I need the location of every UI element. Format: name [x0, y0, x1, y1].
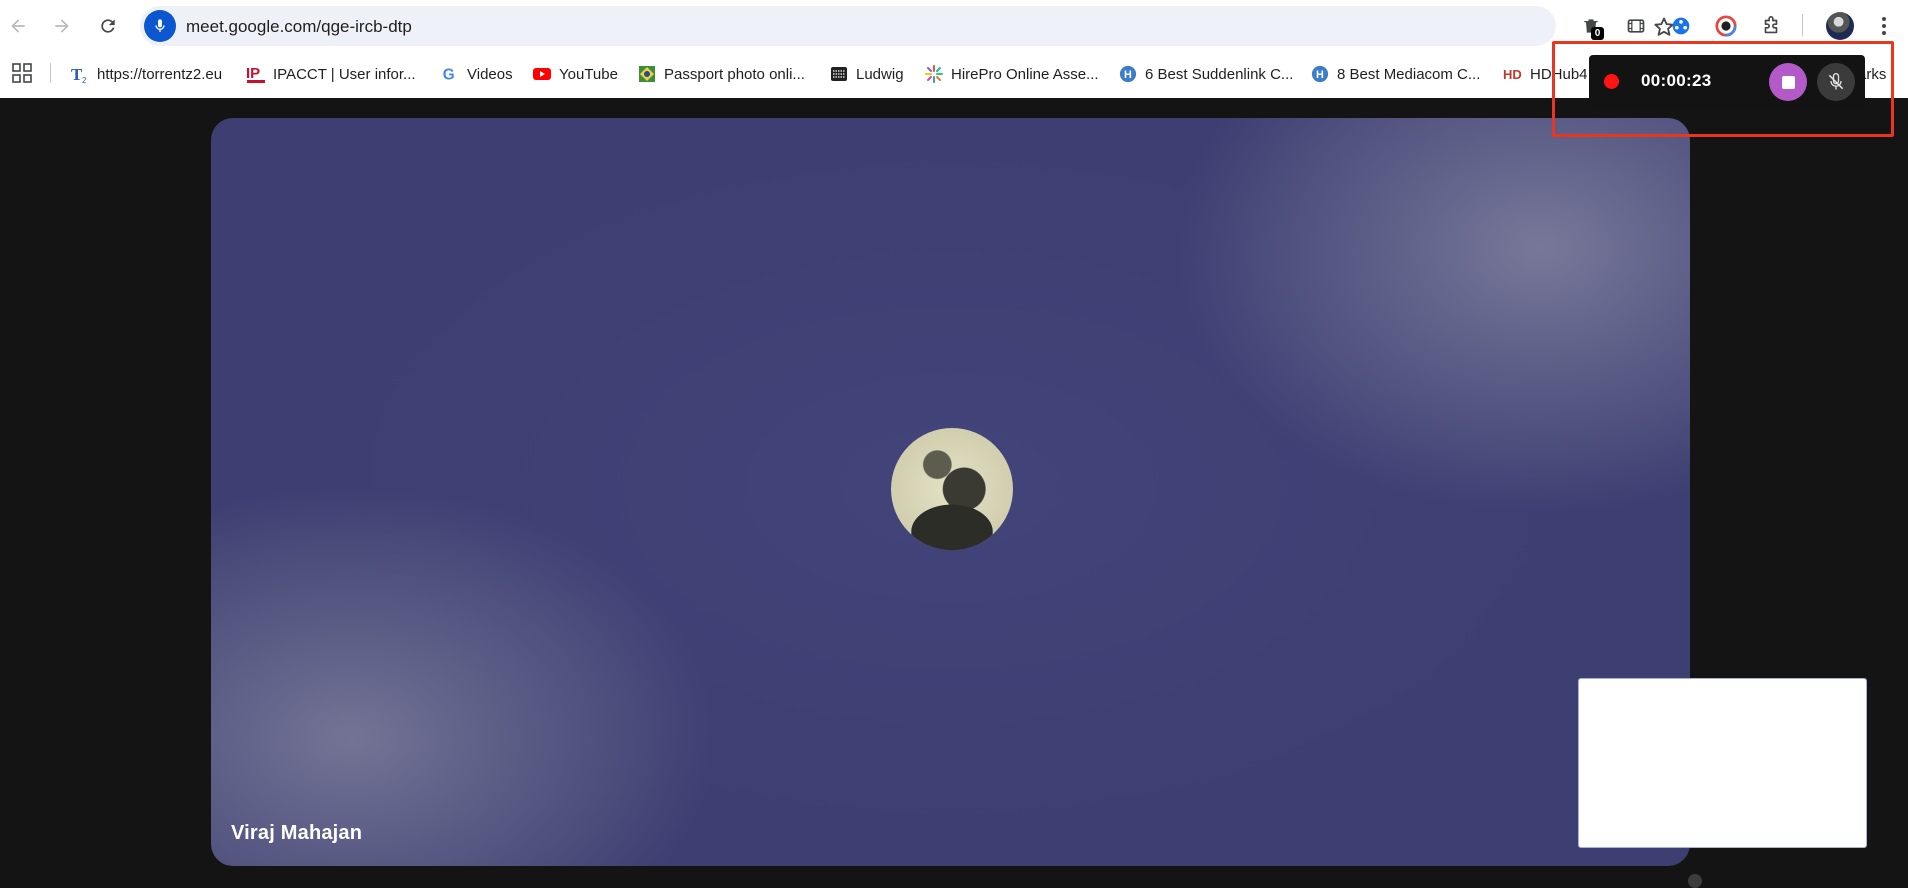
reload-button[interactable] [92, 10, 124, 42]
bookmark-label: YouTube [559, 65, 618, 83]
bookmark-label: Passport photo onli... [664, 65, 805, 83]
film-icon [1627, 19, 1645, 33]
extension-film-button[interactable] [1623, 13, 1649, 39]
bookmark-label: IPACCT | User infor... [273, 65, 416, 83]
reload-icon [101, 19, 115, 33]
extension-color-button[interactable] [1713, 13, 1739, 39]
svg-text:G: G [443, 66, 455, 83]
extension-network-button[interactable] [1668, 13, 1694, 39]
voice-search-button[interactable] [144, 10, 176, 42]
address-bar[interactable]: meet.google.com/qge-ircb-dtp [140, 6, 1674, 46]
bookmarks-divider [50, 63, 51, 83]
bookmark-item[interactable]: YouTube [532, 62, 618, 86]
passport-icon [637, 64, 657, 84]
bookmark-item[interactable]: HirePro Online Asse... [924, 62, 1099, 86]
apps-grid-icon[interactable] [12, 63, 32, 83]
google-icon: G [440, 64, 460, 84]
bookmark-label: 8 Best Mediacom C... [1337, 65, 1481, 83]
dot-icon [1882, 17, 1886, 21]
participant-name: Viraj Mahajan [231, 822, 363, 844]
stop-recording-button[interactable] [1769, 63, 1807, 101]
youtube-icon [532, 64, 552, 84]
color-ring-icon [1715, 15, 1737, 37]
toolbar-divider [1802, 14, 1803, 36]
back-button[interactable] [2, 10, 34, 42]
mute-microphone-button[interactable] [1817, 63, 1855, 101]
hirepro-icon [924, 64, 944, 84]
svg-text:HD: HD [1503, 67, 1522, 82]
hd-icon: HD [1503, 64, 1523, 84]
svg-text:2: 2 [82, 76, 87, 84]
bookmark-item[interactable]: IP IPACCT | User infor... [246, 62, 416, 86]
microphone-off-icon [1828, 73, 1844, 90]
microphone-icon [155, 19, 165, 32]
bookmark-item[interactable]: H 8 Best Mediacom C... [1310, 62, 1480, 86]
bookmark-label: Videos [467, 65, 513, 83]
floating-control-indicator [1688, 874, 1702, 888]
self-view-tile[interactable] [1578, 678, 1867, 848]
participant-tile[interactable]: Viraj Mahajan [211, 118, 1690, 866]
bookmark-label: Ludwig [856, 65, 904, 83]
typewriter-icon [829, 64, 849, 84]
stop-icon [1781, 75, 1795, 89]
bookmark-item[interactable]: Passport photo onli... [637, 62, 805, 86]
ipacct-icon: IP [246, 64, 266, 84]
torrentz-icon: T2 [70, 64, 90, 84]
extensions-button[interactable] [1758, 13, 1784, 39]
bookmark-label: HirePro Online Asse... [951, 65, 1099, 83]
dot-icon [1882, 24, 1886, 28]
extension-trash-button[interactable]: 0 [1578, 13, 1604, 40]
svg-text:IP: IP [246, 65, 260, 82]
bookmark-item[interactable]: T2 https://torrentz2.eu [70, 62, 222, 86]
arrow-left-icon [11, 19, 25, 33]
h-circle-icon: H [1118, 64, 1138, 84]
bookmark-item[interactable]: G Videos [440, 62, 513, 86]
bookmark-label: 6 Best Suddenlink C... [1145, 65, 1294, 83]
bookmark-item[interactable]: Ludwig [829, 62, 904, 86]
h-circle-icon: H [1310, 64, 1330, 84]
participant-avatar [891, 428, 1013, 550]
meeting-stage: Viraj Mahajan [0, 98, 1908, 888]
record-indicator-icon [1604, 74, 1619, 89]
svg-text:H: H [1316, 69, 1324, 81]
arrow-right-icon [55, 19, 69, 33]
puzzle-icon [1764, 16, 1778, 34]
bookmark-item[interactable]: H 6 Best Suddenlink C... [1118, 62, 1293, 86]
bookmark-label: https://torrentz2.eu [97, 65, 223, 83]
chrome-menu-button[interactable] [1872, 14, 1896, 38]
forward-button[interactable] [46, 10, 78, 42]
network-icon [1672, 17, 1690, 35]
extension-badge: 0 [1591, 27, 1604, 40]
recording-panel: 00:00:23 [1589, 55, 1865, 107]
url-text[interactable]: meet.google.com/qge-ircb-dtp [186, 17, 412, 37]
dot-icon [1882, 31, 1886, 35]
profile-avatar[interactable] [1826, 12, 1854, 40]
svg-text:H: H [1124, 69, 1132, 81]
recording-timer: 00:00:23 [1641, 71, 1712, 90]
